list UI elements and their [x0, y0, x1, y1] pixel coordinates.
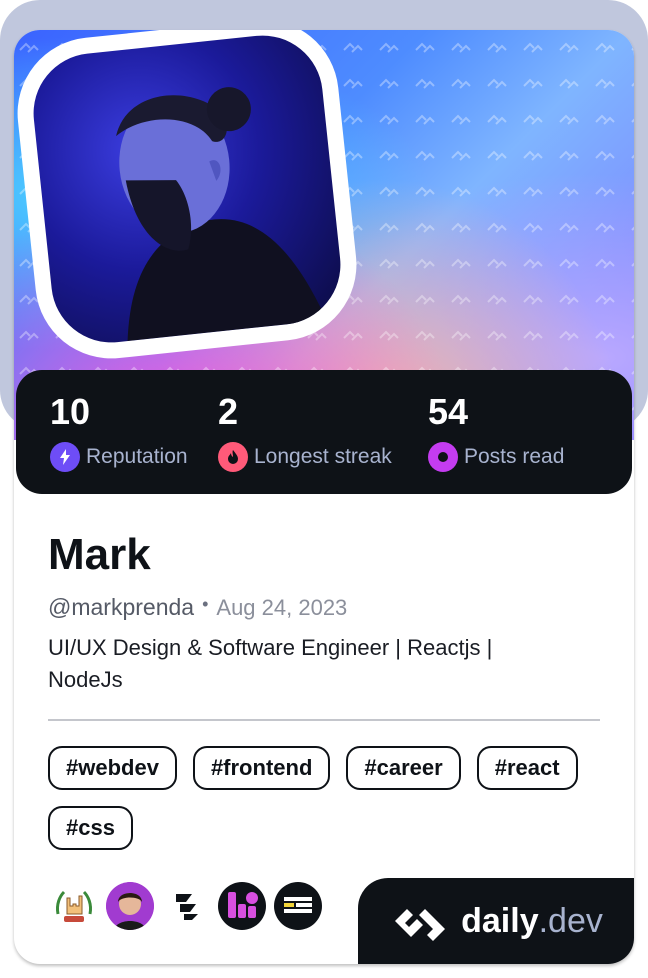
lightning-icon — [50, 442, 80, 472]
rock-hand-badge[interactable] — [50, 882, 98, 930]
brand-name: daily — [461, 901, 539, 940]
brand-suffix: .dev — [538, 901, 603, 940]
profile-photo — [27, 30, 347, 349]
stat-label: Posts read — [464, 445, 565, 468]
daily-dev-logo: daily.dev — [358, 878, 634, 964]
badge-list — [50, 882, 330, 930]
it-takes-badge[interactable] — [274, 882, 322, 930]
tag-chip[interactable]: #career — [346, 746, 461, 790]
devcard: 10 Reputation 2 Longest streak 54 Posts … — [0, 0, 648, 978]
profile-name: Mark — [48, 530, 151, 579]
separator-dot: • — [202, 594, 209, 614]
tag-chip[interactable]: #frontend — [192, 746, 331, 790]
flame-icon — [218, 442, 248, 472]
join-date: Aug 24, 2023 — [216, 595, 348, 620]
u-logo-badge[interactable] — [218, 882, 266, 930]
tag-chip[interactable]: #css — [48, 806, 133, 850]
stat-reputation: 10 Reputation — [50, 392, 188, 472]
stat-posts-read: 54 Posts read — [428, 392, 564, 472]
avatar-badge[interactable] — [106, 882, 154, 930]
stat-streak: 2 Longest streak — [218, 392, 392, 472]
stats-bar: 10 Reputation 2 Longest streak 54 Posts … — [16, 370, 632, 494]
stat-value: 10 — [50, 391, 91, 432]
stat-value: 54 — [428, 391, 469, 432]
stat-label: Reputation — [86, 445, 188, 468]
stat-label: Longest streak — [254, 445, 392, 468]
eye-ring-icon — [428, 442, 458, 472]
daily-dev-icon — [395, 909, 446, 941]
profile-handle[interactable]: @markprenda — [48, 594, 194, 620]
stat-value: 2 — [218, 391, 239, 432]
tag-chip[interactable]: #webdev — [48, 746, 177, 790]
profile-bio: UI/UX Design & Software Engineer | React… — [48, 635, 493, 692]
tag-chip[interactable]: #react — [476, 746, 578, 790]
divider — [48, 719, 600, 721]
stacked-logo-badge[interactable] — [162, 882, 210, 930]
avatar — [14, 30, 364, 366]
tag-list: #webdev #frontend #career #react #css — [48, 746, 608, 850]
profile-meta: @markprenda • Aug 24, 2023 — [48, 594, 347, 621]
